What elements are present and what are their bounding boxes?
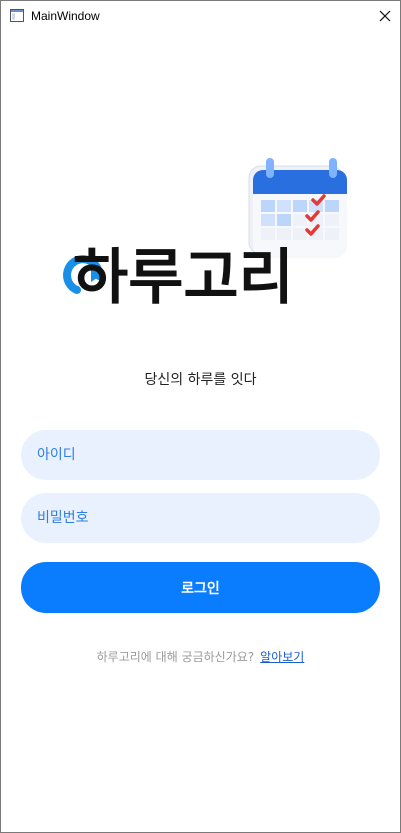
window-title: MainWindow (31, 9, 100, 23)
password-input[interactable] (21, 493, 380, 543)
login-button[interactable]: 로그인 (21, 562, 380, 613)
learn-more-link[interactable]: 알아보기 (260, 650, 304, 664)
logo-wordmark: 하루고리 (73, 243, 294, 310)
title-bar: MainWindow (1, 1, 400, 31)
main-window: MainWindow 하루고리 당신의 하루를 잇다 아이디 로그인 하루고리에… (0, 0, 401, 833)
footer-info: 하루고리에 대해 궁금하신가요? 알아보기 (1, 648, 400, 665)
close-icon (379, 10, 391, 22)
footer-question: 하루고리에 대해 궁금하신가요? (96, 650, 255, 664)
app-logo: 하루고리 (61, 150, 381, 313)
login-view: 하루고리 당신의 하루를 잇다 로그인 하루고리에 대해 궁금하신가요? 알아보기 (1, 32, 400, 832)
username-input[interactable] (21, 430, 380, 480)
close-button[interactable] (370, 1, 400, 31)
app-window-icon (10, 9, 24, 22)
haroogori-logo-graphic: 하루고리 (63, 158, 347, 313)
tagline: 당신의 하루를 잇다 (144, 372, 257, 388)
